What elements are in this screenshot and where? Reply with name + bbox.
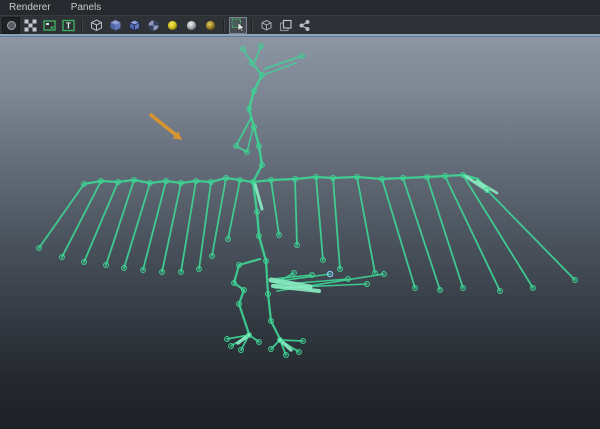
scene-svg	[36, 43, 578, 358]
maya-panel-window: Renderer Panels T	[0, 0, 600, 429]
field-chart-icon[interactable]: T	[59, 17, 77, 34]
menu-renderer[interactable]: Renderer	[9, 0, 51, 15]
selection-cursor-icon[interactable]	[229, 16, 247, 34]
share-nodes-icon[interactable]	[295, 17, 313, 34]
light-sphere-gold-icon[interactable]	[201, 17, 219, 34]
annotation-arrow	[149, 113, 182, 140]
camera-lens-icon[interactable]	[2, 16, 20, 34]
isolate-cube-icon[interactable]	[257, 17, 275, 34]
overlap-squares-icon[interactable]	[276, 17, 294, 34]
film-gate-icon[interactable]	[21, 17, 39, 34]
light-sphere-yellow-icon[interactable]	[163, 17, 181, 34]
resolution-gate-icon[interactable]	[40, 17, 58, 34]
svg-text:T: T	[66, 21, 71, 30]
toolbar-separator	[223, 18, 225, 32]
textured-sphere-icon[interactable]	[144, 17, 162, 34]
toolbar-separator	[81, 18, 83, 32]
wireframe-on-shaded-cube-icon[interactable]	[125, 17, 143, 34]
viewport-toolbar: T	[0, 15, 600, 34]
wireframe-cube-icon[interactable]	[87, 17, 105, 34]
toolbar-separator	[251, 18, 253, 32]
light-sphere-white-icon[interactable]	[182, 17, 200, 34]
viewport-3d[interactable]	[0, 37, 600, 429]
panel-menu-bar: Renderer Panels	[0, 0, 600, 15]
menu-panels[interactable]: Panels	[71, 0, 102, 15]
smooth-shade-cube-icon[interactable]	[106, 17, 124, 34]
bird-skeleton	[36, 43, 578, 358]
